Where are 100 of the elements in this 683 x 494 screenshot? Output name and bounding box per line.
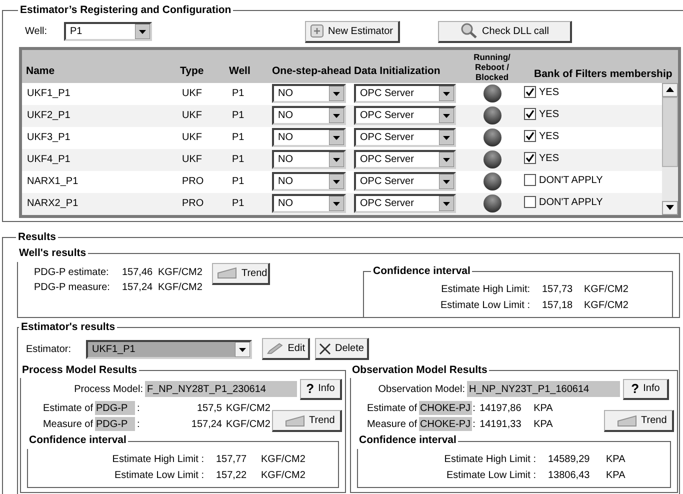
trend-icon <box>285 414 305 427</box>
table-cell: P1 <box>232 176 244 188</box>
checkbox-label: YES <box>539 152 560 166</box>
caret-icon <box>329 152 344 168</box>
table-cell: PRO <box>182 198 204 210</box>
separator: : <box>472 402 476 416</box>
caret-icon <box>439 152 454 168</box>
limit-unit: KPA <box>606 468 626 482</box>
table-cell: UKF4_P1 <box>27 154 70 166</box>
result-value: 157,24 <box>190 418 223 432</box>
toolbar-button[interactable]: New Estimator <box>305 20 400 43</box>
info-button[interactable]: ? Info <box>300 378 342 400</box>
table-dropdown[interactable]: OPC Server <box>354 172 456 192</box>
checkbox-label: DON'T APPLY <box>539 174 603 188</box>
caret-icon <box>439 86 454 102</box>
table-dropdown[interactable]: OPC Server <box>354 128 456 148</box>
limit-label: Estimate High Limit : <box>443 452 537 466</box>
checkbox-label: DON'T APPLY <box>539 196 603 210</box>
info-button[interactable]: ? Info <box>623 378 669 400</box>
table-cell: UKF <box>182 110 202 122</box>
caret-icon <box>329 108 344 124</box>
checkbox[interactable] <box>524 174 536 186</box>
variable-field: CHOKE-PJ <box>419 401 472 416</box>
limit-label: Estimate Low Limit : <box>446 468 537 482</box>
table-cell: UKF1_P1 <box>27 88 70 100</box>
separator: : <box>136 418 141 432</box>
table-dropdown[interactable]: NO <box>272 150 346 170</box>
caret-icon <box>235 342 250 356</box>
group-title: Confidence interval <box>372 264 472 278</box>
result-label: Measure of <box>42 418 94 432</box>
result-value: 14197,86 <box>480 402 522 416</box>
status-light-icon <box>482 150 502 170</box>
table-cell: NARX1_P1 <box>27 176 78 188</box>
result-unit: KGF/CM2 <box>158 280 202 294</box>
table-cell: P1 <box>232 110 244 122</box>
checkbox[interactable] <box>524 152 536 164</box>
group-title: Process Model Results <box>21 362 138 378</box>
estimator-label: Estimator: <box>25 342 72 356</box>
table-cell: P1 <box>232 88 244 100</box>
limit-label: Estimate Low Limit : <box>114 468 205 482</box>
scrollbar[interactable] <box>662 82 678 215</box>
toolbar-button[interactable]: Check DLL call <box>438 20 572 43</box>
table-cell: P1 <box>232 198 244 210</box>
checkbox[interactable] <box>524 108 536 120</box>
result-label: Estimate of <box>366 402 418 416</box>
well-dropdown[interactable]: P1 <box>64 22 152 42</box>
limit-unit: KGF/CM2 <box>261 452 306 466</box>
result-unit: KPA <box>534 418 553 432</box>
column-header: Type <box>180 65 204 77</box>
column-header: Running/ Reboot / Blocked <box>474 52 510 82</box>
table-dropdown[interactable]: OPC Server <box>354 194 456 214</box>
table-dropdown[interactable]: NO <box>272 106 346 126</box>
checkbox[interactable] <box>524 86 536 98</box>
table-cell: UKF2_P1 <box>27 110 70 122</box>
action-button[interactable]: Delete <box>315 338 369 360</box>
action-button[interactable]: Edit <box>262 338 310 360</box>
column-header: Well <box>229 65 250 77</box>
limit-value: 157,22 <box>216 468 248 482</box>
caret-icon <box>329 86 344 102</box>
table-cell: UKF <box>182 132 202 144</box>
group-title: Confidence interval <box>28 433 128 448</box>
table-dropdown[interactable]: NO <box>272 84 346 104</box>
column-header: Data Initialization <box>354 65 440 77</box>
search-icon <box>460 23 478 40</box>
group-title: Well's results <box>18 246 88 261</box>
result-value: 157,24 <box>122 280 154 294</box>
table-dropdown[interactable]: NO <box>272 172 346 192</box>
scroll-down-icon[interactable] <box>666 205 674 210</box>
table-dropdown[interactable]: OPC Server <box>354 106 456 126</box>
limit-label: Estimate High Limit: <box>440 282 531 297</box>
caret-icon <box>329 196 344 212</box>
limit-unit: KGF/CM2 <box>584 282 628 297</box>
table-cell: NARX2_P1 <box>27 198 78 210</box>
trend-button[interactable]: Trend <box>272 410 342 432</box>
limit-unit: KGF/CM2 <box>261 468 306 482</box>
add-icon <box>310 24 324 38</box>
trend-button[interactable]: Trend <box>604 410 674 432</box>
table-dropdown[interactable]: OPC Server <box>354 84 456 104</box>
table-dropdown[interactable]: NO <box>272 128 346 148</box>
table-cell: PRO <box>182 176 204 188</box>
estimator-dropdown[interactable]: UKF1_P1 <box>86 340 252 358</box>
group-title: Observation Model Results <box>351 362 488 378</box>
trend-button[interactable]: Trend <box>212 262 270 284</box>
limit-value: 157,18 <box>542 298 574 313</box>
group-title: Confidence interval <box>358 433 458 448</box>
model-label: Process Model: <box>73 382 144 397</box>
model-field: H_NP_NY23T_P1_160614 <box>467 381 620 398</box>
table-dropdown[interactable]: OPC Server <box>354 150 456 170</box>
scroll-up-icon[interactable] <box>666 87 674 92</box>
result-unit: KGF/CM2 <box>226 418 270 432</box>
limit-value: 157,73 <box>542 282 574 297</box>
checkbox[interactable] <box>524 196 536 208</box>
limit-label: Estimate Low Limit : <box>440 298 531 313</box>
checkbox-label: YES <box>539 108 560 122</box>
table-dropdown[interactable]: NO <box>272 194 346 214</box>
checkbox-label: YES <box>539 86 560 100</box>
result-label: PDG-P estimate: <box>34 266 110 280</box>
group-title: Estimator’s Registering and Configuration <box>19 3 232 18</box>
variable-field: PDG-P <box>95 401 135 416</box>
checkbox[interactable] <box>524 130 536 142</box>
